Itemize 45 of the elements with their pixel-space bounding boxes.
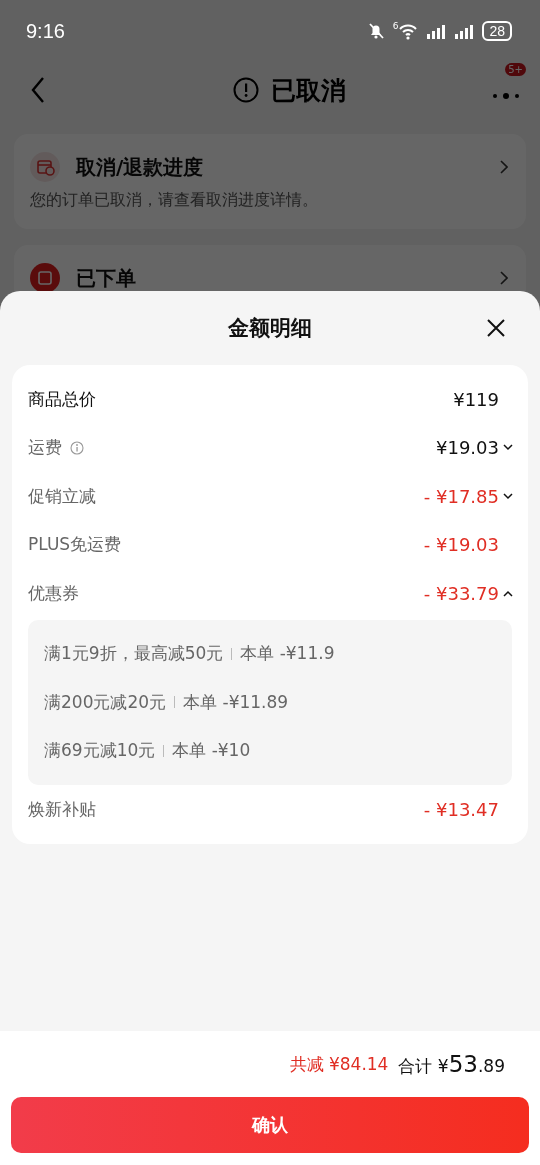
order-total: 合计 ¥53.89 — [398, 1050, 505, 1078]
sheet-title: 金额明细 — [228, 315, 312, 342]
signal-icon — [426, 22, 447, 40]
coupon-rule: 满69元减10元 — [44, 739, 156, 763]
card-subtitle: 您的订单已取消，请查看取消进度详情。 — [30, 190, 319, 211]
calendar-icon — [30, 152, 60, 182]
coupon-rule: 满1元9折，最高减50元 — [44, 642, 224, 666]
price-value: ¥119 — [453, 388, 499, 410]
price-label: 促销立减 — [28, 484, 96, 508]
chevron-down-icon[interactable] — [503, 444, 513, 452]
status-card[interactable]: 取消/退款进度 您的订单已取消，请查看取消进度详情。 — [14, 134, 526, 229]
network-label: 6 — [392, 22, 399, 31]
alert-icon — [232, 77, 259, 103]
back-icon[interactable] — [30, 76, 46, 104]
battery-icon: 28 — [482, 21, 512, 41]
coupon-amount: 本单 -¥11.9 — [240, 642, 335, 666]
coupon-amount: 本单 -¥11.89 — [183, 690, 289, 714]
price-label: 优惠券 — [28, 581, 79, 605]
price-label: PLUS免运费 — [28, 533, 122, 557]
price-label: 焕新补贴 — [28, 797, 96, 821]
chevron-right-icon — [500, 160, 508, 174]
discount-total: 共减 ¥84.14 — [289, 1052, 389, 1076]
chevron-down-icon[interactable] — [503, 492, 513, 500]
price-value: ¥19.03 — [436, 437, 499, 459]
card-title: 取消/退款进度 — [76, 153, 205, 181]
price-value: - ¥33.79 — [423, 582, 499, 604]
close-icon[interactable] — [486, 318, 506, 338]
card-title: 已下单 — [76, 264, 137, 292]
confirm-button[interactable]: 确认 — [11, 1097, 529, 1153]
coupon-amount: 本单 -¥10 — [172, 739, 251, 763]
price-value: - ¥13.47 — [423, 798, 499, 820]
page-title: 已取消 — [270, 74, 346, 107]
price-value: - ¥19.03 — [423, 534, 499, 556]
chevron-up-icon[interactable] — [503, 589, 513, 597]
price-label: 商品总价 — [28, 387, 96, 411]
signal-icon — [454, 22, 475, 40]
status-time: 9:16 — [26, 19, 65, 43]
wifi-icon — [398, 22, 419, 40]
more-icon[interactable] — [492, 91, 520, 100]
chevron-right-icon — [500, 271, 508, 285]
coupon-rule: 满200元减20元 — [44, 690, 167, 714]
price-value: - ¥17.85 — [423, 485, 499, 507]
notification-badge: 5+ — [505, 62, 526, 76]
price-label: 运费 — [28, 436, 62, 460]
muted-bell-icon — [366, 22, 385, 40]
